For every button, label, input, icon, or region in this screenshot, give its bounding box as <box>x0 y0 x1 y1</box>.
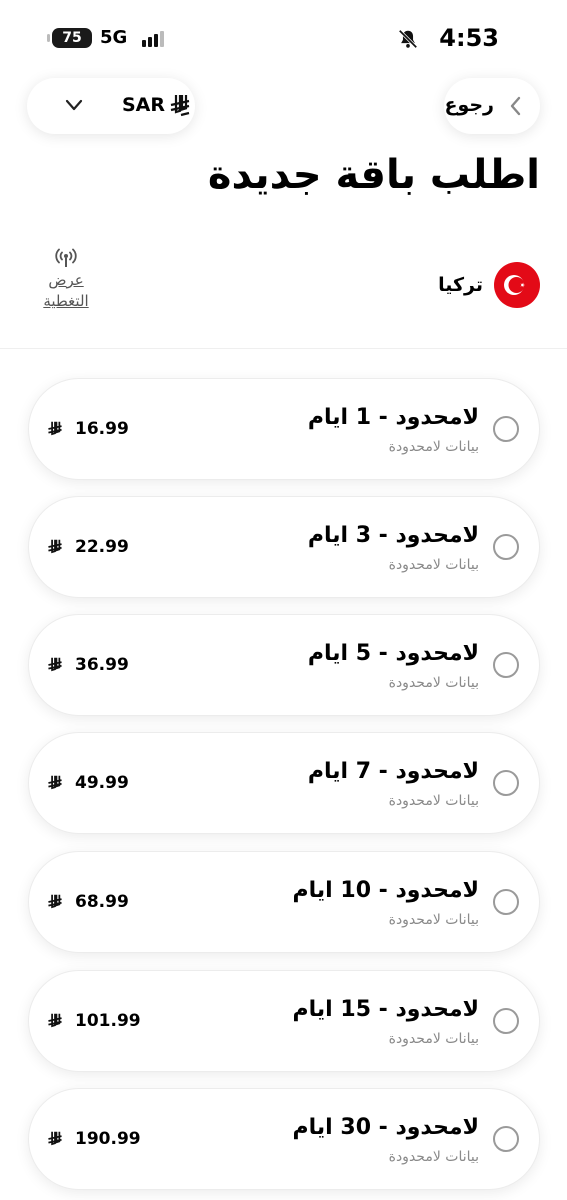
plan-name: لامحدود - 15 ايام <box>292 997 479 1022</box>
riyal-symbol-icon <box>48 1013 62 1028</box>
plan-card[interactable]: لامحدود - 1 ايام بيانات لامحدودة 16.99 <box>28 378 540 480</box>
plan-name: لامحدود - 5 ايام <box>307 641 479 666</box>
plan-card[interactable]: لامحدود - 30 ايام بيانات لامحدودة 190.99 <box>28 1088 540 1190</box>
plan-card[interactable]: لامحدود - 15 ايام بيانات لامحدودة 101.99 <box>28 970 540 1072</box>
plan-price: 49.99 <box>75 773 129 793</box>
plan-name: لامحدود - 3 ايام <box>307 523 479 548</box>
riyal-symbol-icon <box>48 894 62 909</box>
plan-name: لامحدود - 30 ايام <box>292 1115 479 1140</box>
plan-price: 190.99 <box>75 1129 141 1149</box>
plan-radio[interactable] <box>493 889 519 915</box>
plan-description: بيانات لامحدودة <box>388 1149 479 1165</box>
plan-radio[interactable] <box>493 416 519 442</box>
plan-price: 16.99 <box>75 419 129 439</box>
plan-card[interactable]: لامحدود - 5 ايام بيانات لامحدودة 36.99 <box>28 614 540 716</box>
plan-card[interactable]: لامحدود - 7 ايام بيانات لامحدودة 49.99 <box>28 732 540 834</box>
plan-price: 68.99 <box>75 892 129 912</box>
riyal-symbol-icon <box>48 657 62 672</box>
plan-description: بيانات لامحدودة <box>388 793 479 809</box>
plan-card[interactable]: لامحدود - 10 ايام بيانات لامحدودة 68.99 <box>28 851 540 953</box>
riyal-symbol-icon <box>48 539 62 554</box>
plan-price: 22.99 <box>75 537 129 557</box>
plan-description: بيانات لامحدودة <box>388 912 479 928</box>
plan-radio[interactable] <box>493 652 519 678</box>
plan-card[interactable]: لامحدود - 3 ايام بيانات لامحدودة 22.99 <box>28 496 540 598</box>
plan-description: بيانات لامحدودة <box>388 675 479 691</box>
riyal-symbol-icon <box>48 775 62 790</box>
plan-list: لامحدود - 1 ايام بيانات لامحدودة 16.99 ل… <box>0 0 567 1200</box>
plan-name: لامحدود - 7 ايام <box>307 759 479 784</box>
plan-radio[interactable] <box>493 1008 519 1034</box>
plan-price: 101.99 <box>75 1011 141 1031</box>
plan-radio[interactable] <box>493 770 519 796</box>
riyal-symbol-icon <box>48 1131 62 1146</box>
plan-description: بيانات لامحدودة <box>388 557 479 573</box>
plan-radio[interactable] <box>493 1126 519 1152</box>
plan-name: لامحدود - 1 ايام <box>307 405 479 430</box>
plan-radio[interactable] <box>493 534 519 560</box>
riyal-symbol-icon <box>48 421 62 436</box>
plan-description: بيانات لامحدودة <box>388 1031 479 1047</box>
plan-description: بيانات لامحدودة <box>388 439 479 455</box>
plan-name: لامحدود - 10 ايام <box>292 878 479 903</box>
plan-price: 36.99 <box>75 655 129 675</box>
